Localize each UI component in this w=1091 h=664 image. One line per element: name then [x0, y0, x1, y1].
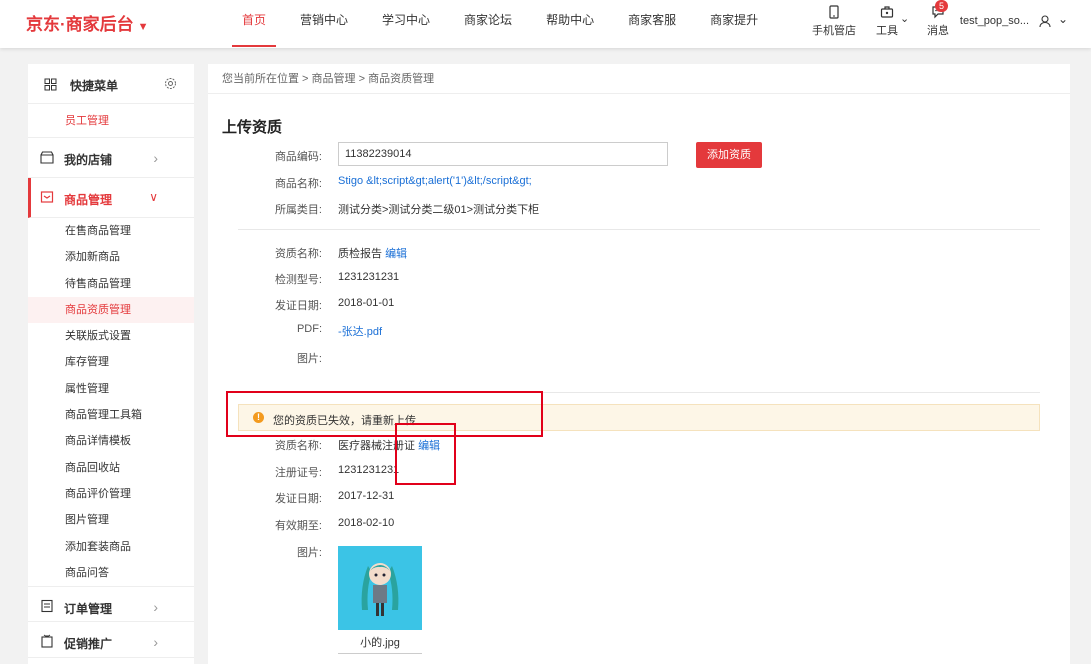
sidebar-item-recycle[interactable]: 商品回收站	[28, 455, 194, 481]
messages-button[interactable]: 5 消息	[924, 0, 952, 38]
anime-figure-image	[338, 546, 422, 630]
nav-home[interactable]: 首页	[230, 0, 278, 48]
add-qualification-button[interactable]: 添加资质	[696, 142, 762, 168]
sidebar-group-order[interactable]: 订单管理 ›	[28, 586, 194, 623]
q2-reg-label: 注册证号:	[274, 467, 322, 479]
mobile-shop-button[interactable]: 手机管店	[812, 5, 856, 38]
shop-icon	[40, 151, 54, 164]
message-count-badge: 5	[935, 0, 949, 12]
q1-pdf-link[interactable]: -张达.pdf	[338, 323, 382, 339]
messages-label: 消息	[927, 25, 949, 37]
quick-item-staff[interactable]: 员工管理	[28, 104, 194, 138]
user-icon[interactable]	[1038, 14, 1052, 28]
main-nav: 首页 营销中心 学习中心 商家论坛 帮助中心 商家客服 商家提升	[230, 0, 780, 48]
toolbox-icon	[880, 6, 894, 18]
chevron-right-icon: ›	[153, 634, 158, 651]
q2-image-label: 图片:	[296, 547, 322, 559]
user-chevron-icon[interactable]: ⌄	[1058, 12, 1068, 26]
q2-name-label: 资质名称:	[274, 440, 322, 452]
sidebar-item-qa[interactable]: 商品问答	[28, 560, 194, 586]
q1-edit-link[interactable]: 编辑	[385, 248, 407, 260]
sidebar-item-images[interactable]: 图片管理	[28, 507, 194, 533]
q1-model-label: 检测型号:	[274, 274, 322, 286]
sidebar-group-order-label: 订单管理	[64, 602, 113, 617]
chevron-right-icon: ›	[153, 150, 158, 166]
q2-date-label: 发证日期:	[274, 493, 322, 505]
name-label: 商品名称:	[274, 178, 322, 190]
nav-marketing[interactable]: 营销中心	[288, 0, 360, 48]
promo-icon	[41, 634, 53, 648]
sidebar-item-detail-template[interactable]: 商品详情模板	[28, 428, 194, 454]
logo-text: 京东·商家后台	[26, 15, 134, 34]
user-name[interactable]: test_pop_so...	[960, 15, 1029, 27]
nav-learning[interactable]: 学习中心	[370, 0, 442, 48]
nav-improve[interactable]: 商家提升	[698, 0, 770, 48]
category-value: 测试分类>测试分类二级01>测试分类下柜	[338, 204, 540, 216]
sidebar: 快捷菜单 员工管理 我的店铺 › 商品管理 ∨ 在售商品管理 添加新商品 待售商…	[28, 64, 194, 664]
main-panel: 您当前所在位置 > 商品管理 > 商品资质管理 上传资质 商品编码: 11382…	[208, 64, 1070, 664]
category-label: 所属类目:	[274, 204, 322, 216]
annotation-box-warning	[226, 391, 543, 437]
top-bar: 京东·商家后台 ▼ 首页 营销中心 学习中心 商家论坛 帮助中心 商家客服 商家提…	[0, 0, 1091, 48]
chevron-down-icon: ∨	[149, 190, 158, 204]
sidebar-group-promo-label: 促销推广	[64, 637, 113, 652]
nav-help[interactable]: 帮助中心	[534, 0, 606, 48]
q1-date-value: 2018-01-01	[338, 297, 395, 309]
chevron-right-icon: ›	[153, 599, 158, 616]
q1-image-label: 图片:	[296, 353, 322, 365]
quick-menu-title: 快捷菜单	[70, 79, 119, 93]
sidebar-item-add-new[interactable]: 添加新商品	[28, 244, 194, 270]
goods-icon	[40, 191, 54, 203]
order-icon	[41, 600, 53, 613]
sidebar-item-toolbox[interactable]: 商品管理工具箱	[28, 402, 194, 428]
product-name-link[interactable]: Stigo &lt;script&gt;alert('1')&lt;/scrip…	[338, 175, 532, 187]
divider	[238, 229, 1040, 230]
sidebar-item-qualification[interactable]: 商品资质管理	[28, 296, 194, 324]
page-title: 上传资质	[222, 119, 283, 136]
product-code-input[interactable]: 11382239014	[338, 142, 668, 166]
q1-name: 质检报告 编辑	[338, 245, 407, 261]
phone-icon	[829, 5, 839, 19]
tools-label: 工具	[876, 25, 898, 37]
sidebar-group-shop-label: 我的店铺	[64, 153, 113, 167]
q1-name-value: 质检报告	[338, 248, 382, 260]
sidebar-item-stock[interactable]: 库存管理	[28, 349, 194, 375]
q2-reg-value: 1231231231	[338, 464, 400, 476]
q1-date-label: 发证日期:	[274, 300, 322, 312]
quick-menu-header: 快捷菜单	[28, 64, 194, 104]
qualification-image-thumbnail[interactable]	[338, 546, 422, 630]
sidebar-group-goods[interactable]: 商品管理 ∨	[28, 178, 194, 218]
sidebar-item-reviews[interactable]: 商品评价管理	[28, 481, 194, 507]
sidebar-item-pending[interactable]: 待售商品管理	[28, 271, 194, 297]
logo-caret-icon[interactable]: ▼	[138, 21, 149, 33]
q2-date-value: 2017-12-31	[338, 490, 395, 502]
code-label: 商品编码:	[274, 151, 322, 163]
q1-model-value: 1231231231	[338, 271, 400, 283]
settings-gear-icon[interactable]	[164, 77, 177, 90]
sidebar-item-layout[interactable]: 关联版式设置	[28, 323, 194, 349]
sidebar-group-promo[interactable]: 促销推广 ›	[28, 622, 194, 659]
nav-service[interactable]: 商家客服	[616, 0, 688, 48]
q1-pdf-label: PDF:	[296, 323, 322, 335]
goods-submenu: 在售商品管理 添加新商品 待售商品管理 商品资质管理 关联版式设置 库存管理 属…	[28, 218, 194, 586]
sidebar-group-shop[interactable]: 我的店铺 ›	[28, 138, 194, 178]
breadcrumb: 您当前所在位置 > 商品管理 > 商品资质管理	[208, 64, 1070, 94]
grid-icon	[44, 78, 57, 91]
tools-button[interactable]: 工具	[872, 5, 902, 38]
sidebar-item-on-sale[interactable]: 在售商品管理	[28, 218, 194, 244]
annotation-box-edit	[395, 423, 456, 485]
mobile-shop-label: 手机管店	[812, 25, 856, 37]
q1-name-label: 资质名称:	[274, 248, 322, 260]
sidebar-item-attributes[interactable]: 属性管理	[28, 376, 194, 402]
nav-forum[interactable]: 商家论坛	[452, 0, 524, 48]
sidebar-group-goods-label: 商品管理	[64, 193, 113, 207]
q2-expiry-label: 有效期至:	[274, 520, 322, 532]
image-caption: 小的.jpg	[360, 637, 400, 649]
caption-divider	[338, 653, 422, 654]
logo[interactable]: 京东·商家后台 ▼	[26, 10, 149, 35]
q2-expiry-value: 2018-02-10	[338, 517, 395, 529]
sidebar-item-bundle[interactable]: 添加套装商品	[28, 534, 194, 560]
tools-chevron-icon[interactable]: ⌄	[900, 12, 909, 25]
